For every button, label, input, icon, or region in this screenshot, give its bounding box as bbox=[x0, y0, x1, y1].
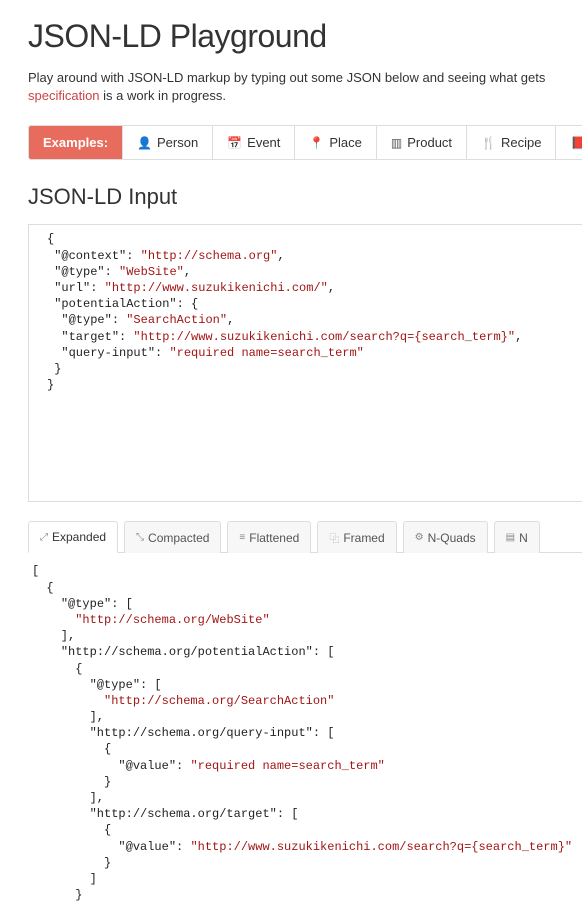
example-library-button[interactable]: 📕Library bbox=[556, 126, 582, 159]
place-icon: 📍 bbox=[309, 136, 324, 150]
examples-toolbar: Examples: 👤 Person 📅 Event 📍 Place ▥ Product… bbox=[28, 125, 582, 160]
tab-label: Expanded bbox=[52, 530, 106, 544]
tab-label: N bbox=[519, 531, 528, 545]
example-label: Recipe bbox=[501, 135, 541, 150]
output-tabs: ⤢Expanded ⤡Compacted ≡Flattened ⿻Framed … bbox=[28, 520, 582, 553]
example-place-button[interactable]: 📍 Place bbox=[295, 126, 376, 159]
tab-label: Framed bbox=[343, 531, 384, 545]
examples-label: Examples: bbox=[29, 126, 123, 159]
tab-framed[interactable]: ⿻ Framed bbox=[317, 521, 396, 553]
specification-link[interactable]: specification bbox=[28, 88, 100, 103]
example-person-button[interactable]: 👤 Person bbox=[123, 126, 213, 159]
example-label: Product bbox=[407, 135, 452, 150]
tab-label: N-Quads bbox=[428, 531, 476, 545]
book-icon: 📕 bbox=[570, 136, 582, 150]
tab-label: Flattened bbox=[249, 531, 299, 545]
intro-suffix: is a work in progress. bbox=[100, 88, 226, 103]
normalized-icon: ▤ bbox=[506, 532, 515, 543]
input-heading: JSON-LD Input bbox=[28, 184, 582, 210]
cutlery-icon: 🍴 bbox=[481, 136, 496, 150]
frame-icon: ⿻ bbox=[329, 530, 339, 545]
compact-icon: ⤡ bbox=[136, 532, 144, 543]
json-output: [ { "@type": [ "http://schema.org/WebSit… bbox=[28, 553, 582, 907]
page-title: JSON-LD Playground bbox=[28, 18, 582, 55]
example-product-button[interactable]: ▥ Product bbox=[377, 126, 467, 159]
example-label: Event bbox=[247, 135, 280, 150]
flatten-icon: ≡ bbox=[239, 532, 245, 543]
tab-compacted[interactable]: ⤡ Compacted bbox=[124, 521, 221, 553]
tab-label: Compacted bbox=[148, 531, 209, 545]
tab-nquads[interactable]: ⚙ N-Quads bbox=[403, 521, 488, 553]
tab-normalized[interactable]: ▤N bbox=[494, 521, 540, 553]
example-label: Person bbox=[157, 135, 198, 150]
example-event-button[interactable]: 📅 Event bbox=[213, 126, 295, 159]
tab-flattened[interactable]: ≡ Flattened bbox=[227, 521, 311, 553]
example-label: Place bbox=[329, 135, 362, 150]
nquads-icon: ⚙ bbox=[415, 532, 424, 543]
calendar-icon: 📅 bbox=[227, 136, 242, 150]
json-input-editor[interactable]: { "@context": "http://schema.org", "@typ… bbox=[28, 224, 582, 502]
barcode-icon: ▥ bbox=[391, 136, 402, 150]
tab-expanded[interactable]: ⤢ Expanded bbox=[28, 521, 118, 553]
intro-prefix: Play around with JSON-LD markup by typin… bbox=[28, 70, 545, 85]
intro-text: Play around with JSON-LD markup by typin… bbox=[28, 69, 582, 105]
example-recipe-button[interactable]: 🍴 Recipe bbox=[467, 126, 556, 159]
expand-icon: ⤢ bbox=[40, 532, 48, 543]
person-icon: 👤 bbox=[137, 136, 152, 150]
